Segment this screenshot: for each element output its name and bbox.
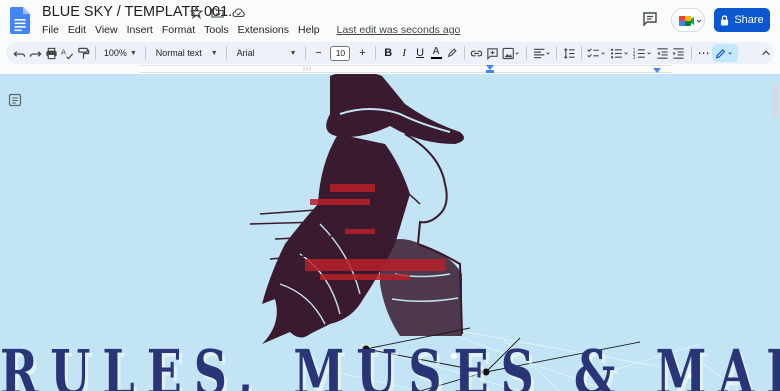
bulleted-list-icon[interactable] <box>609 44 632 62</box>
numbered-list-icon[interactable]: 123 <box>632 44 655 62</box>
menu-format[interactable]: Format <box>162 24 195 36</box>
toolbar-divider <box>464 46 465 60</box>
pencil-icon <box>715 48 732 59</box>
top-bar: BLUE SKY / TEMPLATE 001. File Edit View … <box>0 0 780 42</box>
highlight-pen-icon[interactable] <box>444 44 460 62</box>
menu-bar: File Edit View Insert Format Tools Exten… <box>42 24 460 36</box>
text-color-button[interactable]: A <box>428 44 444 62</box>
collapse-toolbar-icon[interactable] <box>758 44 774 62</box>
line-spacing-icon[interactable] <box>561 44 577 62</box>
align-left-icon[interactable] <box>531 44 552 62</box>
formatting-toolbar: A 100% ▼ Normal text ▼ Arial ▼ − 10 + B I U… <box>6 42 774 64</box>
toolbar-divider <box>144 46 146 60</box>
decrease-font-size-button[interactable]: − <box>309 44 327 62</box>
paragraph-style-value: Normal text <box>155 48 202 58</box>
move-folder-icon[interactable] <box>211 6 224 19</box>
underline-button[interactable]: U <box>412 44 428 62</box>
chevron-down-icon: ▼ <box>129 49 137 57</box>
insert-link-icon[interactable] <box>469 44 485 62</box>
insert-image-icon[interactable] <box>501 44 522 62</box>
toolbar-divider <box>556 46 558 60</box>
toolbar-divider <box>225 46 227 60</box>
add-comment-icon[interactable] <box>485 44 501 62</box>
more-options-button[interactable]: ⋯ <box>696 44 712 62</box>
toolbar-divider <box>95 46 96 60</box>
ruler-markers <box>303 65 661 73</box>
chevron-down-icon: ▼ <box>210 49 218 57</box>
font-family-value: Arial <box>236 48 255 58</box>
bold-button[interactable]: B <box>380 44 396 62</box>
svg-text:A: A <box>61 47 66 56</box>
meet-button[interactable] <box>671 8 705 32</box>
star-icon[interactable] <box>189 5 204 20</box>
paint-format-icon[interactable] <box>75 44 91 62</box>
menu-file[interactable]: File <box>42 24 59 36</box>
horizontal-ruler[interactable] <box>0 64 780 74</box>
meet-icon <box>679 16 702 26</box>
toolbar-divider <box>690 46 692 60</box>
chevron-down-icon: ▼ <box>289 49 297 57</box>
menu-help[interactable]: Help <box>298 24 320 36</box>
zoom-value: 100% <box>103 48 127 58</box>
menu-tools[interactable]: Tools <box>204 24 229 36</box>
cloud-saved-icon[interactable] <box>232 6 245 19</box>
text-color-label: A <box>432 46 440 57</box>
italic-button[interactable]: I <box>396 44 412 62</box>
menu-view[interactable]: View <box>95 24 118 36</box>
undo-icon[interactable] <box>11 44 27 62</box>
document-banner-heading: RULES, MUSES & MAINS <box>0 336 780 391</box>
increase-indent-icon[interactable] <box>671 44 687 62</box>
left-indent-marker[interactable] <box>486 70 494 73</box>
last-edit-link[interactable]: Last edit was seconds ago <box>337 24 461 36</box>
redo-icon[interactable] <box>27 44 43 62</box>
spellcheck-icon[interactable]: A <box>59 44 75 62</box>
editing-mode-button[interactable] <box>711 44 739 62</box>
docs-logo-icon[interactable] <box>10 7 30 34</box>
share-label: Share <box>734 14 764 26</box>
print-icon[interactable] <box>43 44 59 62</box>
decrease-indent-icon[interactable] <box>655 44 671 62</box>
svg-text:3: 3 <box>633 55 636 60</box>
menu-edit[interactable]: Edit <box>68 24 86 36</box>
font-family-select[interactable]: Arial ▼ <box>231 48 301 58</box>
text-color-swatch <box>430 57 442 59</box>
comment-history-icon[interactable] <box>641 10 659 28</box>
lock-icon <box>721 14 729 25</box>
document-canvas[interactable]: RULES, MUSES & MAINS <box>0 74 780 391</box>
zoom-select[interactable]: 100% ▼ <box>100 48 141 58</box>
title-icons <box>189 5 245 20</box>
toolbar-divider <box>580 46 582 60</box>
toolbar-divider <box>375 46 377 60</box>
menu-extensions[interactable]: Extensions <box>238 24 289 36</box>
share-button[interactable]: Share <box>714 8 770 32</box>
checklist-icon[interactable] <box>586 44 609 62</box>
toolbar-divider <box>526 46 527 60</box>
first-line-indent-marker[interactable] <box>486 65 494 70</box>
scrollbar-thumb[interactable] <box>773 84 778 118</box>
font-size-control: − 10 + <box>309 44 371 62</box>
paragraph-style-select[interactable]: Normal text ▼ <box>150 48 222 58</box>
toolbar-divider <box>304 46 306 60</box>
vertical-scrollbar[interactable] <box>770 74 780 391</box>
font-size-input[interactable]: 10 <box>330 45 351 61</box>
menu-insert[interactable]: Insert <box>127 24 153 36</box>
right-indent-marker[interactable] <box>653 68 661 73</box>
increase-font-size-button[interactable]: + <box>353 44 371 62</box>
